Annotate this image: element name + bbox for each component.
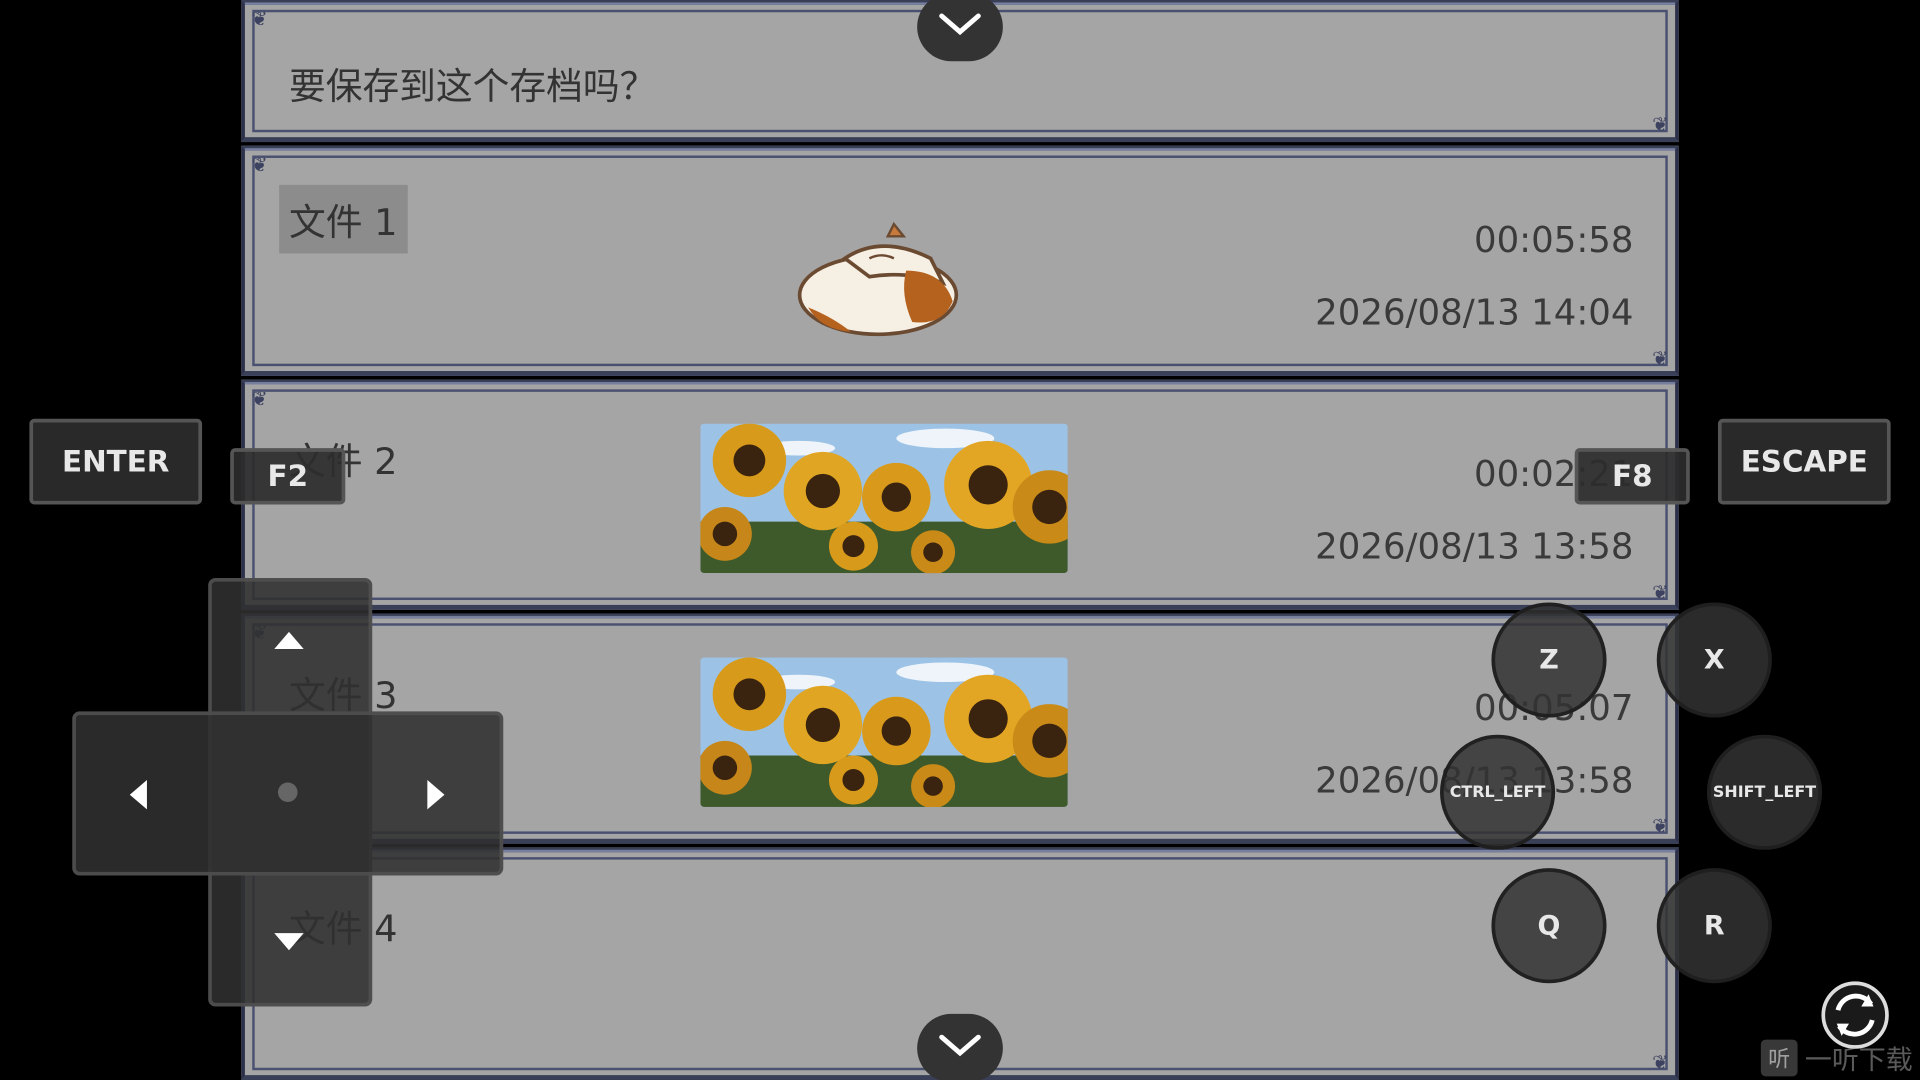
chevron-down-icon <box>939 1034 981 1057</box>
ornament-icon: ❦ <box>251 7 268 31</box>
z-key-button[interactable]: Z <box>1491 602 1607 718</box>
dpad-down-button[interactable] <box>269 928 308 955</box>
ctrl-left-key-button[interactable]: CTRL_LEFT <box>1440 734 1556 850</box>
scroll-down-button[interactable] <box>917 1013 1003 1080</box>
dpad-left-button[interactable] <box>122 775 151 814</box>
f8-key-button[interactable]: F8 <box>1574 448 1690 505</box>
ornament-icon: ❦ <box>251 386 268 411</box>
ornament-icon: ❦ <box>1652 1050 1669 1074</box>
slot-playtime: 00:05:58 <box>1473 219 1634 261</box>
ornament-icon: ❦ <box>1652 346 1669 370</box>
watermark-text: 一听下载 <box>1804 1045 1913 1077</box>
cat-sprite-thumbnail <box>797 221 959 337</box>
enter-key-button[interactable]: ENTER <box>29 418 203 505</box>
scroll-up-button[interactable] <box>917 0 1003 62</box>
save-slot-2[interactable]: ❦ ❦ 文件 2 00:02:21 2026/08/13 13:58 <box>241 379 1679 610</box>
chevron-down-icon <box>939 13 981 36</box>
sunflowers-thumbnail <box>700 657 1068 807</box>
save-slot-1[interactable]: ❦ ❦ 文件 1 00:05:58 2026/08/13 14:04 <box>241 145 1679 376</box>
help-message: 要保存到这个存档吗？ <box>288 66 657 109</box>
ornament-icon: ❦ <box>1652 814 1669 838</box>
sunflowers-thumbnail <box>700 423 1068 574</box>
slot-label: 文件 1 <box>279 184 408 254</box>
game-screen: ❦ ❦ 要保存到这个存档吗？ ❦ ❦ 文件 1 00:05:58 2026/08… <box>0 0 1920 1080</box>
x-key-button[interactable]: X <box>1656 602 1772 718</box>
r-key-button[interactable]: R <box>1656 868 1772 984</box>
dpad-up-button[interactable] <box>269 627 308 654</box>
ornament-icon: ❦ <box>251 153 268 177</box>
ornament-icon: ❦ <box>1652 112 1669 136</box>
f2-key-button[interactable]: F2 <box>230 448 346 505</box>
ornament-icon: ❦ <box>1652 580 1669 604</box>
slot-datetime: 2026/08/13 13:58 <box>1315 525 1634 567</box>
dpad-right-button[interactable] <box>422 775 451 814</box>
shift-left-key-button[interactable]: SHIFT_LEFT <box>1706 734 1823 850</box>
q-key-button[interactable]: Q <box>1491 868 1607 984</box>
escape-key-button[interactable]: ESCAPE <box>1717 418 1891 505</box>
dpad-center-dot <box>277 782 298 803</box>
slot-datetime: 2026/08/13 14:04 <box>1315 291 1634 334</box>
watermark-badge: 听 <box>1760 1039 1798 1077</box>
watermark: 听 一听下载 <box>1760 1038 1913 1077</box>
